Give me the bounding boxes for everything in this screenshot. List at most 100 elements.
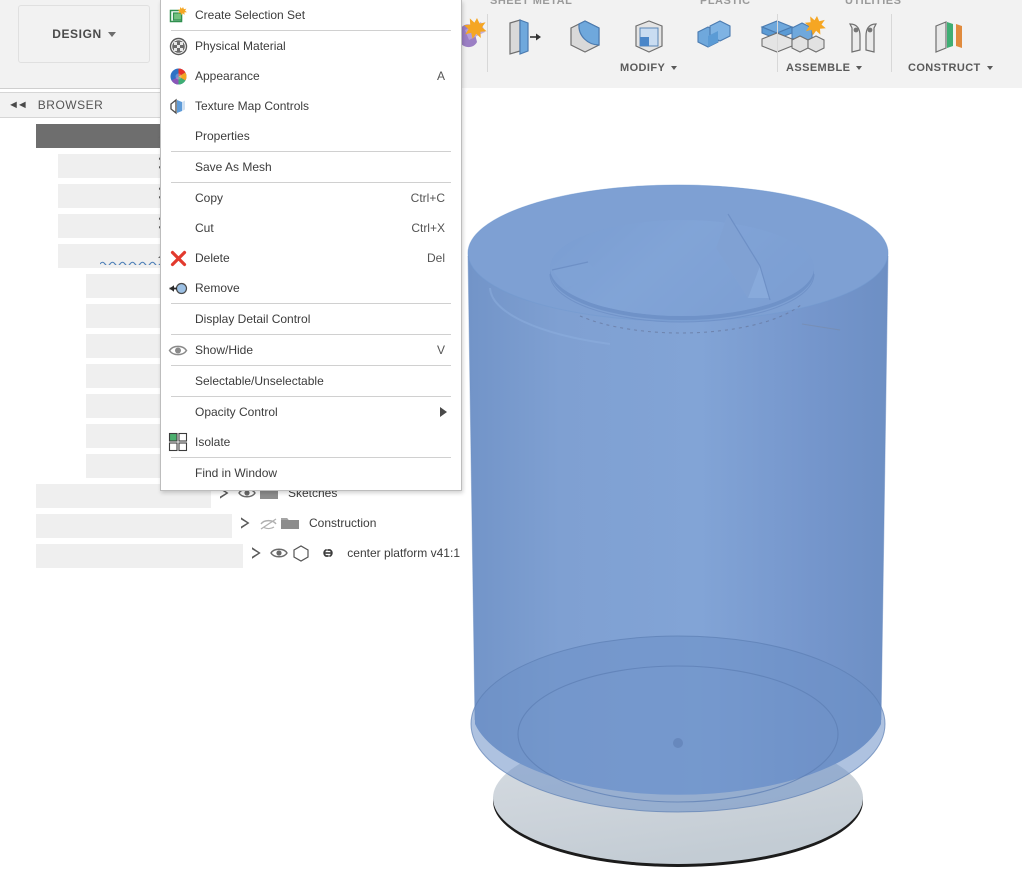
menu-item-label: Selectable/Unselectable bbox=[195, 374, 324, 388]
menu-item-opacity-control[interactable]: Opacity Control bbox=[161, 397, 461, 427]
eye-hidden-icon bbox=[259, 517, 277, 530]
panel-label-construct[interactable]: CONSTRUCT bbox=[908, 62, 993, 74]
folder-icon bbox=[280, 515, 300, 531]
row-highlight bbox=[86, 274, 166, 298]
menu-item-appearance[interactable]: Appearance A bbox=[161, 61, 461, 91]
collapse-left-icon[interactable]: ◄◄ bbox=[8, 99, 28, 111]
fillet-icon[interactable] bbox=[562, 14, 608, 60]
combine-icon[interactable] bbox=[690, 14, 736, 60]
menu-item-delete[interactable]: Delete Del bbox=[161, 243, 461, 273]
menu-item-save-as-mesh[interactable]: Save As Mesh bbox=[161, 152, 461, 182]
triangle-collapsed-icon bbox=[252, 547, 261, 559]
physical-material-icon bbox=[161, 37, 195, 56]
tree-label: center platform v41:1 bbox=[347, 546, 460, 560]
chevron-down-icon bbox=[107, 31, 116, 37]
menu-item-properties[interactable]: Properties bbox=[161, 121, 461, 151]
row-highlight bbox=[86, 334, 166, 358]
context-menu[interactable]: Create Selection Set Physical Material A… bbox=[160, 0, 462, 491]
panel-label-modify-text: MODIFY bbox=[620, 62, 666, 74]
workspace-switcher-button[interactable]: DESIGN bbox=[18, 5, 150, 63]
menu-item-show-hide[interactable]: Show/Hide V bbox=[161, 335, 461, 365]
menu-item-cut[interactable]: Cut Ctrl+X bbox=[161, 213, 461, 243]
row-highlight bbox=[36, 124, 166, 148]
eye-icon bbox=[161, 344, 195, 357]
expand-toggle[interactable] bbox=[245, 547, 267, 559]
menu-item-copy[interactable]: Copy Ctrl+C bbox=[161, 183, 461, 213]
menu-item-texture-map-controls[interactable]: Texture Map Controls bbox=[161, 91, 461, 121]
menu-item-label: Display Detail Control bbox=[195, 312, 311, 326]
shell-icon[interactable] bbox=[626, 14, 672, 60]
menu-item-remove[interactable]: Remove bbox=[161, 273, 461, 303]
menu-item-label: Cut bbox=[195, 221, 214, 235]
browser-title: BROWSER bbox=[37, 98, 104, 112]
menu-item-isolate[interactable]: Isolate bbox=[161, 427, 461, 457]
ribbon-toolbar: SHEET METAL PLASTIC UTILITIES DESIGN MOD… bbox=[0, 0, 1022, 89]
menu-item-create-selection-set[interactable]: Create Selection Set bbox=[161, 0, 461, 30]
menu-item-label: Delete bbox=[195, 251, 230, 265]
offset-plane-icon[interactable] bbox=[926, 14, 972, 60]
visibility-toggle[interactable] bbox=[267, 547, 291, 559]
expand-toggle[interactable] bbox=[234, 517, 256, 529]
row-highlight bbox=[58, 184, 166, 208]
menu-item-label: Physical Material bbox=[195, 39, 286, 53]
selection-set-icon bbox=[161, 6, 195, 25]
menu-item-label: Appearance bbox=[195, 69, 260, 83]
menu-item-label: Find in Window bbox=[195, 466, 278, 480]
clipped-label-utilities: UTILITIES bbox=[845, 0, 902, 7]
joint-icon[interactable] bbox=[840, 14, 886, 60]
link-icon bbox=[318, 545, 338, 561]
clipped-panel-labels: SHEET METAL PLASTIC UTILITIES bbox=[0, 0, 1022, 8]
triangle-collapsed-icon bbox=[241, 517, 250, 529]
menu-item-label: Properties bbox=[195, 129, 250, 143]
row-highlight bbox=[58, 244, 166, 268]
menu-item-accelerator: V bbox=[436, 343, 445, 357]
row-highlight bbox=[86, 304, 166, 328]
menu-item-label: Remove bbox=[195, 281, 240, 295]
panel-divider bbox=[487, 14, 488, 72]
chevron-down-icon bbox=[986, 66, 993, 71]
tree-row-construction[interactable]: Construction bbox=[0, 508, 460, 538]
menu-item-label: Opacity Control bbox=[195, 405, 278, 419]
menu-item-find-in-window[interactable]: Find in Window bbox=[161, 458, 461, 488]
panel-label-modify[interactable]: MODIFY bbox=[620, 62, 678, 74]
menu-item-accelerator: Del bbox=[426, 251, 445, 265]
new-component-icon[interactable] bbox=[786, 14, 832, 60]
menu-item-accelerator: A bbox=[436, 69, 445, 83]
panel-label-assemble-text: ASSEMBLE bbox=[786, 62, 851, 74]
menu-item-label: Isolate bbox=[195, 435, 231, 449]
row-highlight bbox=[86, 424, 166, 448]
menu-item-display-detail-control[interactable]: Display Detail Control bbox=[161, 304, 461, 334]
row-highlight bbox=[86, 394, 166, 418]
row-highlight bbox=[58, 154, 166, 178]
menu-item-label: Copy bbox=[195, 191, 224, 205]
menu-item-accelerator: Ctrl+X bbox=[411, 221, 445, 235]
panel-divider bbox=[891, 14, 892, 72]
menu-item-accelerator: Ctrl+C bbox=[410, 191, 445, 205]
menu-item-label: Create Selection Set bbox=[195, 8, 306, 22]
row-highlight bbox=[86, 364, 166, 388]
menu-item-label: Texture Map Controls bbox=[195, 99, 310, 113]
chevron-down-icon bbox=[671, 66, 678, 71]
menu-item-selectable-unselectable[interactable]: Selectable/Unselectable bbox=[161, 366, 461, 396]
panel-label-construct-text: CONSTRUCT bbox=[908, 62, 981, 74]
tree-label: Construction bbox=[309, 516, 377, 530]
browser-panel: ◄◄ BROWSER bbox=[0, 92, 172, 118]
chevron-down-icon bbox=[856, 66, 863, 71]
row-highlight bbox=[36, 514, 232, 538]
visibility-toggle[interactable] bbox=[256, 517, 280, 530]
row-highlight bbox=[36, 544, 244, 568]
delete-icon bbox=[161, 250, 195, 267]
row-highlight bbox=[58, 214, 166, 238]
menu-item-label: Save As Mesh bbox=[195, 160, 272, 174]
clipped-label-plastic: PLASTIC bbox=[700, 0, 751, 7]
appearance-icon bbox=[161, 67, 195, 86]
isolate-icon bbox=[161, 432, 195, 452]
panel-label-assemble[interactable]: ASSEMBLE bbox=[786, 62, 863, 74]
press-pull-icon[interactable] bbox=[498, 14, 544, 60]
panel-divider bbox=[777, 14, 778, 72]
texture-map-icon bbox=[161, 97, 195, 116]
workspace-label: DESIGN bbox=[52, 27, 102, 41]
clipped-label-sheet-metal: SHEET METAL bbox=[490, 0, 573, 7]
tree-row-center-platform[interactable]: center platform v41:1 bbox=[0, 538, 460, 568]
menu-item-physical-material[interactable]: Physical Material bbox=[161, 31, 461, 61]
